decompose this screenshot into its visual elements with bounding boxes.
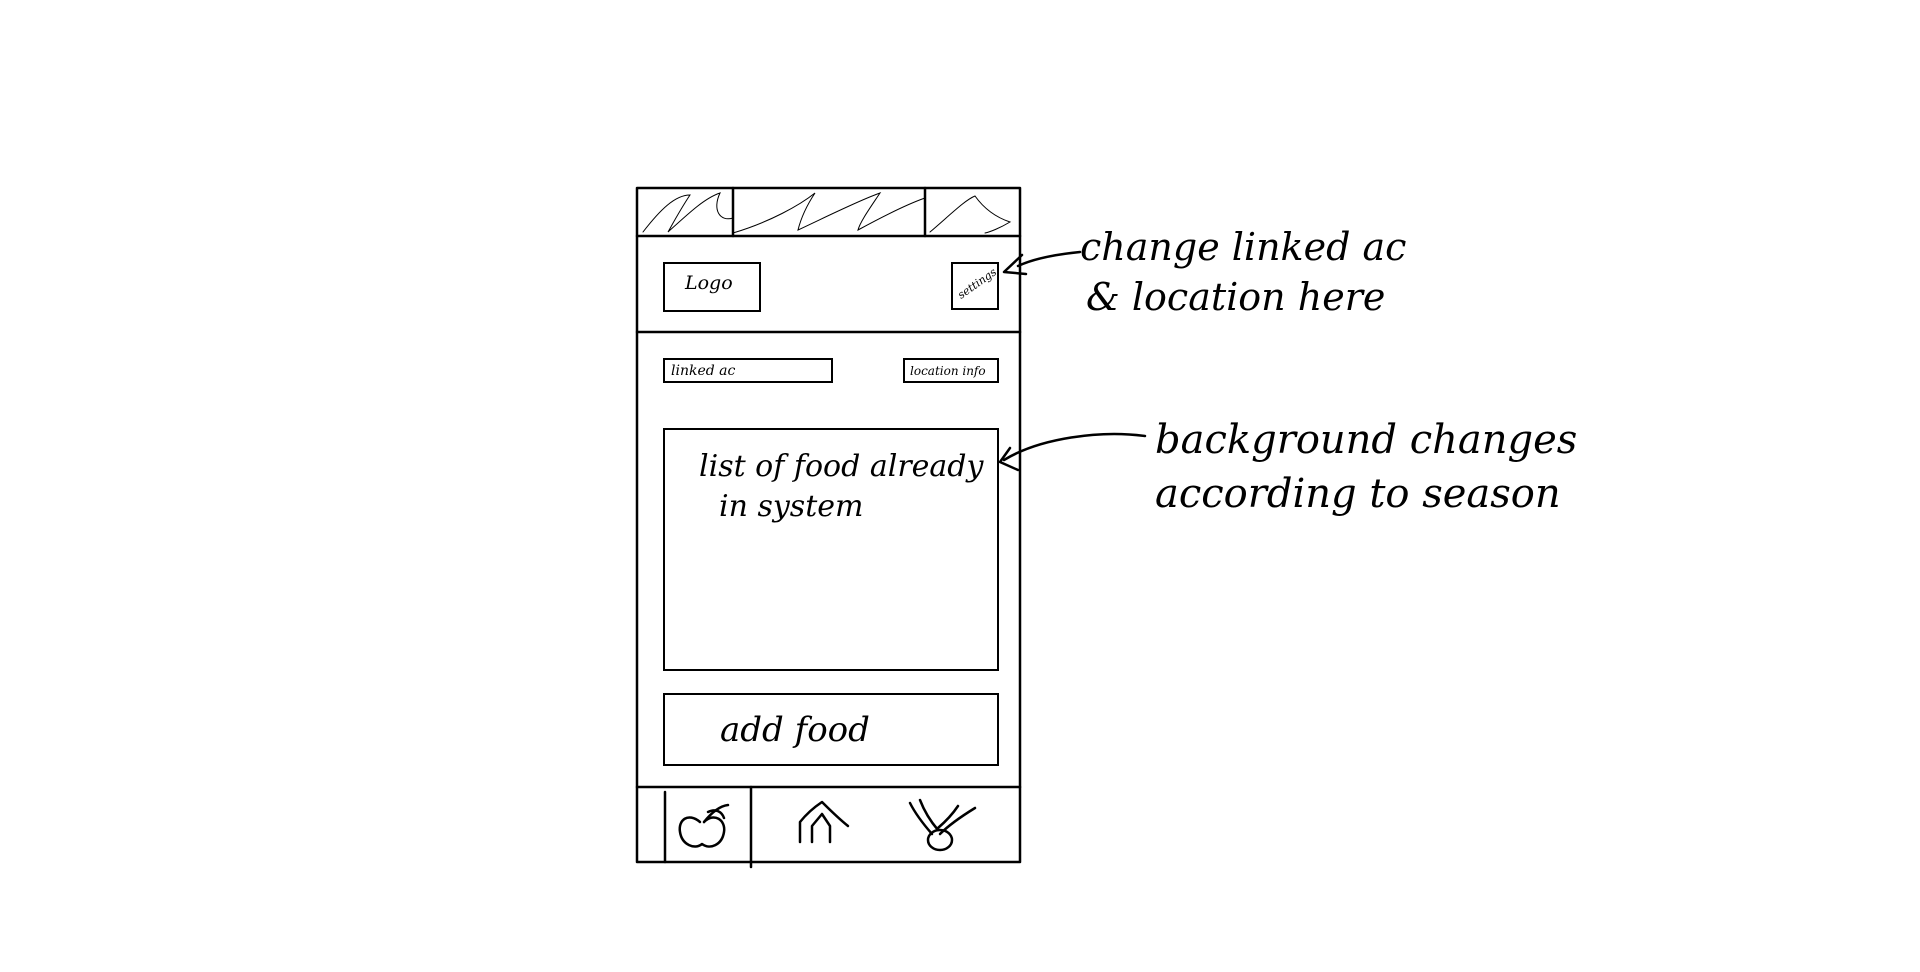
settings-annotation: change linked ac & location here — [1080, 220, 1440, 330]
add-food-label: add food — [720, 710, 870, 750]
settings-button[interactable]: settings — [951, 262, 999, 310]
food-list-line2: in system — [719, 489, 864, 524]
nav-tab-home[interactable] — [751, 790, 881, 860]
settings-annotation-line1: change linked ac — [1080, 225, 1407, 269]
location-info-label: location info — [910, 364, 986, 378]
food-list-panel[interactable]: list of food already in system — [663, 428, 999, 671]
settings-annotation-arrow — [1016, 250, 1082, 268]
logo-label: Logo — [685, 272, 733, 294]
background-annotation-line1: background changes — [1155, 417, 1578, 463]
add-food-button[interactable]: add food — [663, 693, 999, 766]
location-info-field[interactable]: location info — [903, 358, 999, 383]
status-bar-scribble — [642, 192, 1012, 234]
background-annotation: background changes according to season — [1155, 410, 1635, 530]
logo-box: Logo — [663, 262, 761, 312]
background-annotation-line2: according to season — [1155, 471, 1561, 517]
background-annotation-arrow — [1002, 432, 1147, 462]
settings-annotation-line2: & location here — [1086, 275, 1386, 319]
nav-tab-tools[interactable] — [881, 790, 1019, 860]
food-list-line1: list of food already — [699, 449, 984, 484]
linked-account-field[interactable]: linked ac — [663, 358, 833, 383]
background-annotation-arrowhead — [998, 446, 1020, 472]
nav-tab-food[interactable] — [665, 790, 751, 860]
linked-account-label: linked ac — [671, 363, 736, 379]
settings-label: settings — [955, 265, 1000, 302]
